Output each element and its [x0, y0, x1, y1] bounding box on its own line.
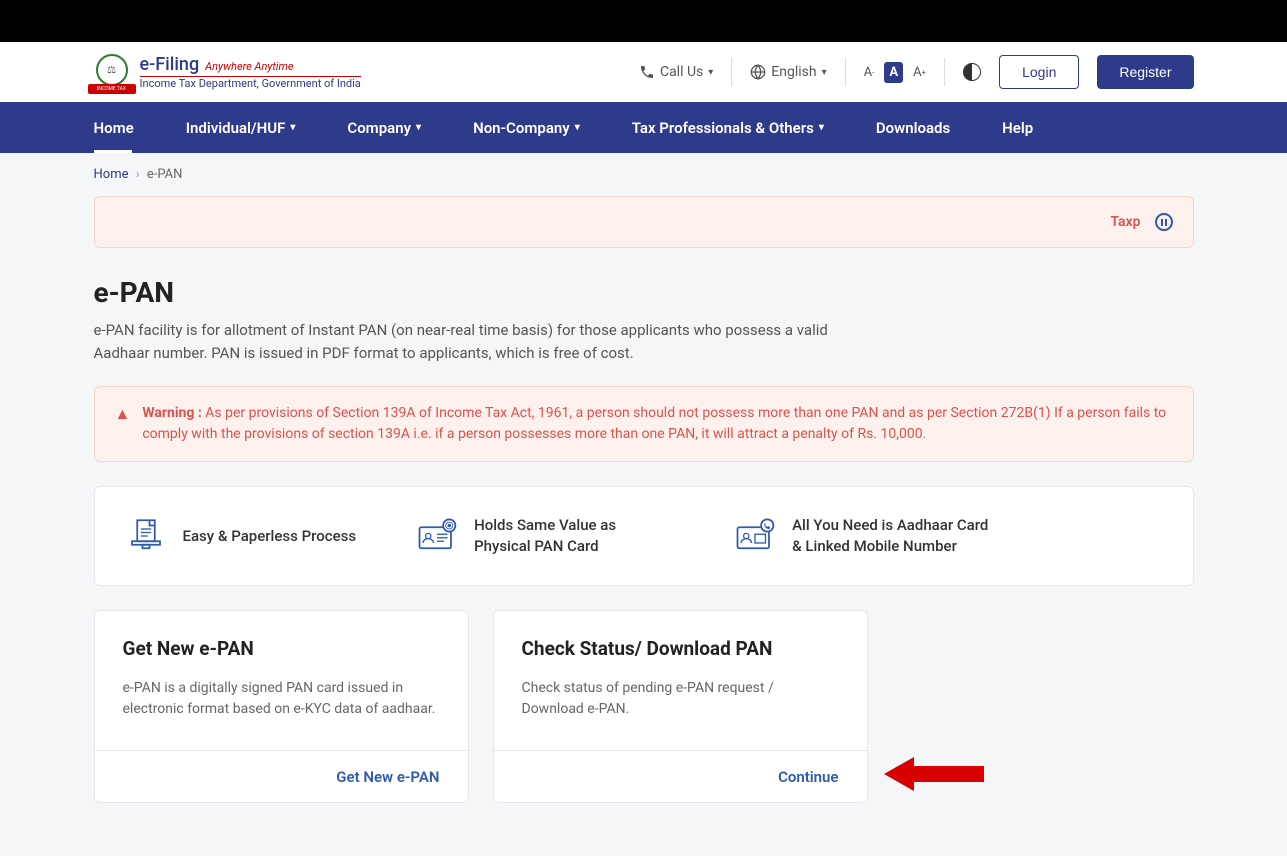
- divider: [845, 58, 846, 86]
- breadcrumb-current: e-PAN: [147, 167, 183, 182]
- warning-box: ▲ Warning : As per provisions of Section…: [94, 386, 1194, 462]
- warning-text: As per provisions of Section 139A of Inc…: [142, 405, 1166, 442]
- feature-paperless: Easy & Paperless Process: [125, 515, 357, 557]
- nav-individual-huf[interactable]: Individual/HUF▾: [186, 102, 320, 153]
- breadcrumb: Home › e-PAN: [94, 153, 1194, 196]
- browser-top-bar: [0, 0, 1287, 42]
- breadcrumb-home[interactable]: Home: [94, 167, 129, 182]
- get-new-epan-button[interactable]: Get New e-PAN: [336, 768, 439, 786]
- card-description: e-PAN is a digitally signed PAN card iss…: [123, 678, 440, 720]
- emblem-icon: ⚖ INCOME TAX: [94, 54, 130, 90]
- card-description: Check status of pending e-PAN request / …: [522, 678, 839, 720]
- font-decrease-button[interactable]: A-: [864, 65, 875, 80]
- chevron-down-icon: ▾: [708, 67, 713, 78]
- nav-non-company[interactable]: Non-Company▾: [473, 102, 604, 153]
- warning-label: Warning :: [142, 405, 201, 421]
- language-dropdown[interactable]: English ▾: [750, 64, 826, 80]
- warning-icon: ▲: [115, 404, 131, 445]
- feature-text: All You Need is Aadhaar Card & Linked Mo…: [792, 515, 992, 557]
- continue-button[interactable]: Continue: [778, 768, 838, 786]
- card-title: Get New e-PAN: [123, 637, 440, 660]
- chevron-down-icon: ▾: [416, 122, 421, 133]
- chevron-down-icon: ▾: [819, 122, 824, 133]
- card-get-new-epan: Get New e-PAN e-PAN is a digitally signe…: [94, 610, 469, 803]
- page-description: e-PAN facility is for allotment of Insta…: [94, 319, 854, 364]
- call-us-dropdown[interactable]: Call Us ▾: [639, 64, 713, 80]
- chevron-down-icon: ▾: [575, 122, 580, 133]
- breadcrumb-separator: ›: [136, 167, 140, 182]
- contrast-toggle[interactable]: [963, 63, 981, 81]
- language-label: English: [771, 64, 816, 80]
- main-navbar: Home Individual/HUF▾ Company▾ Non-Compan…: [0, 102, 1287, 153]
- feature-text: Easy & Paperless Process: [183, 526, 357, 547]
- logo-tagline: Anywhere Anytime: [205, 60, 293, 73]
- features-box: Easy & Paperless Process Holds Same Valu…: [94, 486, 1194, 586]
- divider: [944, 58, 945, 86]
- nav-downloads[interactable]: Downloads: [876, 102, 974, 153]
- card-title: Check Status/ Download PAN: [522, 637, 839, 660]
- page-title: e-PAN: [94, 276, 1194, 309]
- header: ⚖ INCOME TAX e-Filing Anywhere Anytime I…: [0, 42, 1287, 102]
- call-us-label: Call Us: [660, 64, 703, 80]
- feature-same-value: Holds Same Value as Physical PAN Card: [416, 515, 674, 557]
- chevron-down-icon: ▾: [822, 67, 827, 78]
- card-check-status: Check Status/ Download PAN Check status …: [493, 610, 868, 803]
- nav-help[interactable]: Help: [1002, 102, 1057, 153]
- nav-tax-professionals[interactable]: Tax Professionals & Others▾: [632, 102, 848, 153]
- chevron-down-icon: ▾: [290, 122, 295, 133]
- register-button[interactable]: Register: [1097, 55, 1193, 89]
- arrow-annotation: [884, 749, 984, 799]
- nav-home[interactable]: Home: [94, 102, 134, 153]
- nav-company[interactable]: Company▾: [347, 102, 445, 153]
- pause-marquee-button[interactable]: [1155, 213, 1173, 231]
- font-increase-button[interactable]: A+: [913, 65, 926, 80]
- feature-aadhaar: All You Need is Aadhaar Card & Linked Mo…: [734, 515, 992, 557]
- feature-text: Holds Same Value as Physical PAN Card: [474, 515, 674, 557]
- id-card-phone-icon: [734, 515, 776, 557]
- marquee-banner: Taxp: [94, 196, 1194, 248]
- document-monitor-icon: [125, 515, 167, 557]
- id-card-fingerprint-icon: [416, 515, 458, 557]
- divider: [731, 58, 732, 86]
- phone-icon: [639, 64, 655, 80]
- marquee-text: Taxp: [1110, 214, 1140, 230]
- logo-subtitle: Income Tax Department, Government of Ind…: [140, 77, 361, 90]
- logo-area[interactable]: ⚖ INCOME TAX e-Filing Anywhere Anytime I…: [94, 54, 361, 90]
- login-button[interactable]: Login: [999, 55, 1079, 89]
- font-normal-button[interactable]: A: [884, 62, 903, 83]
- globe-icon: [750, 64, 766, 80]
- logo-title: e-Filing: [140, 54, 200, 75]
